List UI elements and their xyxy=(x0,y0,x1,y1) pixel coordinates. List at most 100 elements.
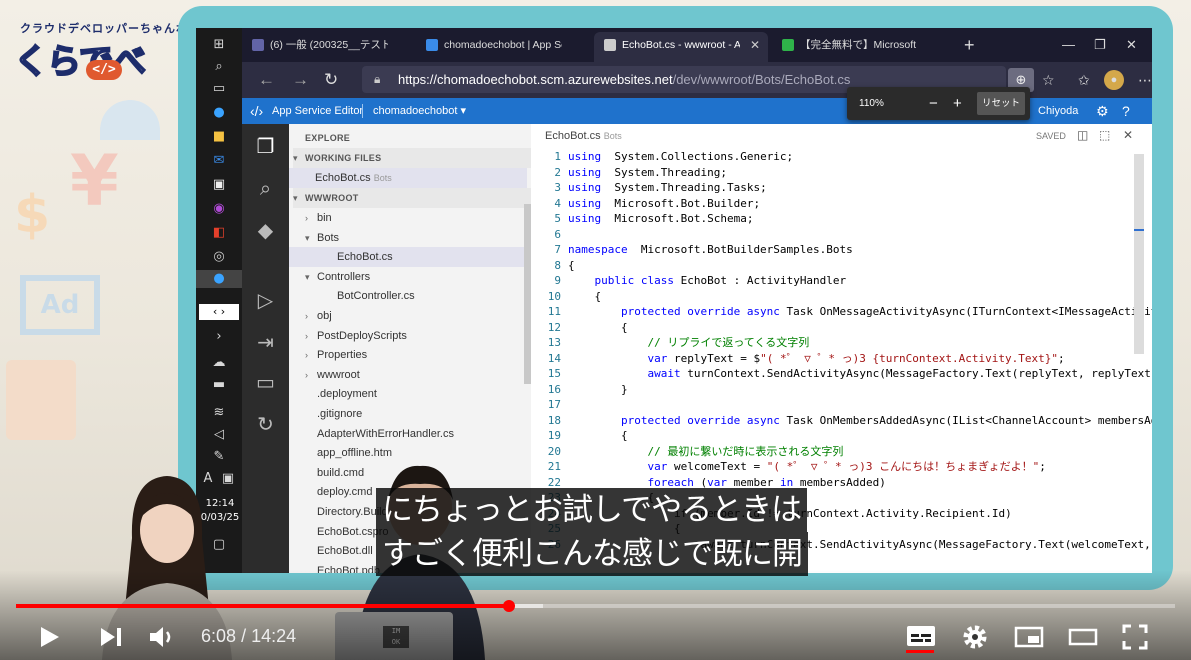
task-view-icon[interactable]: ▭ xyxy=(207,80,231,98)
code-line[interactable]: using System.Collections.Generic; xyxy=(568,149,793,165)
code-line[interactable]: using Microsoft.Bot.Builder; xyxy=(568,196,760,212)
browser-tab-active[interactable]: EchoBot.cs - wwwroot - App Serv ✕ xyxy=(594,32,768,62)
edge-active-icon[interactable]: ● xyxy=(196,270,242,288)
progress-bar[interactable] xyxy=(16,600,1175,612)
new-tab-icon[interactable]: + xyxy=(964,32,975,58)
wifi-icon[interactable]: ≋ xyxy=(207,404,231,422)
code-line[interactable]: var replyText = $"( *゜ ▽ ゜* っ)3 {turnCon… xyxy=(568,351,1064,367)
windows-start-icon[interactable]: ⊞ xyxy=(207,36,231,54)
code-line[interactable]: { xyxy=(568,289,601,305)
browser-tab[interactable]: (6) 一般 (200325__テスト) | Micro xyxy=(242,32,416,62)
folder-item[interactable]: ▾ Bots xyxy=(289,228,527,248)
wwwroot-header[interactable]: ▾ WWWROOT xyxy=(293,188,531,208)
file-item[interactable]: app_offline.htm xyxy=(289,443,527,463)
play-icon[interactable] xyxy=(36,624,62,650)
output-icon[interactable]: ⇥ xyxy=(250,328,281,356)
folder-item[interactable]: › wwwroot xyxy=(289,365,527,385)
file-item[interactable]: AdapterWithErrorHandler.cs xyxy=(289,424,527,444)
code-line[interactable]: // リプライで返ってくる文字列 xyxy=(568,335,809,351)
folder-item[interactable]: › PostDeployScripts xyxy=(289,326,527,346)
sync-icon[interactable]: ↻ xyxy=(250,410,281,438)
code-line[interactable]: { xyxy=(568,320,628,336)
code-line[interactable]: } xyxy=(568,382,628,398)
explorer-icon[interactable]: ❐ xyxy=(250,132,281,160)
forward-icon[interactable]: → xyxy=(292,68,309,92)
profile-avatar[interactable]: ● xyxy=(1104,70,1124,90)
code-line[interactable]: using Microsoft.Bot.Schema; xyxy=(568,211,753,227)
scrubber-handle[interactable] xyxy=(502,600,515,612)
edge-icon[interactable]: ● xyxy=(207,104,231,122)
theater-mode-icon[interactable] xyxy=(1068,626,1098,648)
folder-item[interactable]: › Properties xyxy=(289,345,527,365)
folder-icon[interactable]: ■ xyxy=(207,128,231,146)
settings-gear-icon[interactable] xyxy=(962,624,988,650)
favorites-list-icon[interactable]: ✩ xyxy=(1078,68,1090,92)
browser-tab[interactable]: chomadoechobot | App Service xyxy=(416,32,590,62)
close-window-icon[interactable]: ✕ xyxy=(1126,32,1137,58)
camera-icon[interactable]: ◎ xyxy=(207,248,231,266)
browser-tab[interactable]: 【完全無料で】Microsoft Teams で xyxy=(772,32,946,62)
search-icon[interactable]: ⌕ xyxy=(207,58,231,76)
file-item[interactable]: BotController.cs xyxy=(289,286,527,306)
restore-icon[interactable]: ❐ xyxy=(1094,32,1106,58)
search-icon[interactable]: ⌕ xyxy=(250,174,281,202)
zoom-in-button[interactable]: + xyxy=(953,87,962,120)
code-line[interactable]: using System.Threading.Tasks; xyxy=(568,180,767,196)
code-line[interactable]: namespace Microsoft.BotBuilderSamples.Bo… xyxy=(568,242,853,258)
file-item[interactable]: EchoBot.cs xyxy=(289,247,527,268)
folder-item[interactable]: › obj xyxy=(289,306,527,326)
split-icon[interactable]: ◫ xyxy=(1077,128,1088,142)
code-line[interactable]: // 最初に繋いだ時に表示される文字列 xyxy=(568,444,843,460)
office-icon[interactable]: ◧ xyxy=(207,224,231,242)
console-icon[interactable]: ▭ xyxy=(250,368,281,396)
close-tab-icon[interactable]: ✕ xyxy=(750,32,760,58)
code-line[interactable]: protected override async Task OnMessageA… xyxy=(568,304,1152,320)
code-line[interactable]: var welcomeText = "( *゜ ▽ ゜* っ)3 こんにちは！ち… xyxy=(568,459,1045,475)
help-icon[interactable]: ? xyxy=(1122,98,1130,124)
volume-icon[interactable]: ◁ xyxy=(207,426,231,444)
folder-item[interactable]: ▾ Controllers xyxy=(289,267,527,287)
explorer-scrollbar[interactable] xyxy=(524,204,531,384)
code-line[interactable]: public class EchoBot : ActivityHandler xyxy=(568,273,847,289)
miniplayer-icon[interactable] xyxy=(1014,626,1044,648)
volume-icon[interactable] xyxy=(148,625,176,649)
chevron-right-icon[interactable]: › xyxy=(207,328,231,346)
file-item[interactable]: .gitignore xyxy=(289,404,527,424)
code-line[interactable]: protected override async Task OnMembersA… xyxy=(568,413,1152,429)
folder-item[interactable]: › bin xyxy=(289,208,527,228)
file-item[interactable]: .deployment xyxy=(289,384,527,404)
zoom-out-button[interactable]: − xyxy=(929,87,938,120)
close-editor-icon[interactable]: ✕ xyxy=(1123,128,1133,142)
app-icon[interactable]: ◉ xyxy=(207,200,231,218)
code-line[interactable]: { xyxy=(568,258,575,274)
refresh-icon[interactable]: ↻ xyxy=(324,68,338,92)
editor-scrollbar[interactable] xyxy=(1134,154,1144,354)
mail-icon[interactable]: ✉ xyxy=(207,152,231,170)
code-line[interactable]: { xyxy=(568,428,628,444)
scroll-arrows-icon[interactable]: ‹ › xyxy=(199,304,239,320)
favorite-icon[interactable]: ☆ xyxy=(1042,68,1055,92)
user-name[interactable]: Chiyoda xyxy=(1038,98,1078,124)
ase-title[interactable]: App Service Editor xyxy=(272,98,363,124)
zoom-reset-button[interactable]: リセット xyxy=(977,92,1025,115)
code-line[interactable]: await turnContext.SendActivityAsync(Mess… xyxy=(568,366,1152,382)
line-number: 21 xyxy=(547,460,561,473)
store-icon[interactable]: ▣ xyxy=(207,176,231,194)
git-icon[interactable]: ◆ xyxy=(250,216,281,244)
working-file-item[interactable]: EchoBot.cs Bots xyxy=(289,168,527,188)
site-dropdown[interactable]: chomadoechobot ▾ xyxy=(373,98,466,124)
minimize-icon[interactable]: — xyxy=(1062,32,1075,58)
maximize-icon[interactable]: ⬚ xyxy=(1099,128,1110,142)
gear-icon[interactable]: ⚙ xyxy=(1096,98,1109,124)
editor-tab[interactable]: EchoBot.cs Bots xyxy=(545,130,622,142)
fullscreen-icon[interactable] xyxy=(1122,624,1148,650)
more-icon[interactable]: ⋯ xyxy=(1138,68,1152,92)
working-files-header[interactable]: ▾ WORKING FILES xyxy=(293,148,531,168)
code-line[interactable]: using System.Threading; xyxy=(568,165,727,181)
run-icon[interactable]: ▷ xyxy=(250,286,281,314)
pen-icon[interactable]: ✎ xyxy=(207,448,231,466)
back-icon[interactable]: ← xyxy=(258,68,275,92)
cloud-icon[interactable]: ☁ xyxy=(207,354,231,372)
next-icon[interactable] xyxy=(98,626,124,648)
captions-icon[interactable] xyxy=(906,625,936,647)
